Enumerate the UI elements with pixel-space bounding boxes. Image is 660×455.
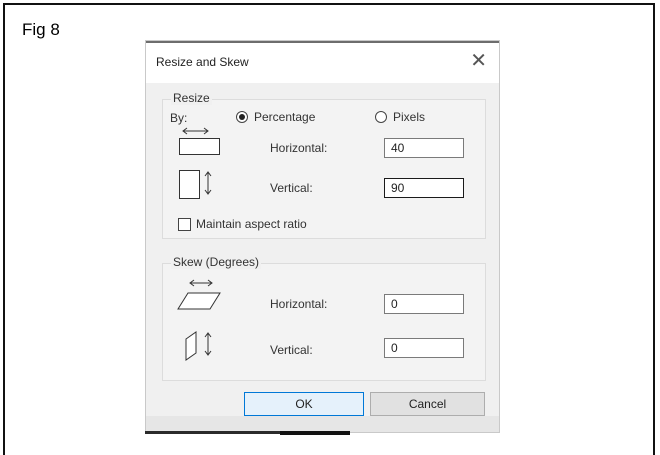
cancel-button[interactable]: Cancel (370, 392, 485, 416)
close-icon[interactable]: ✕ (470, 49, 487, 73)
ok-button[interactable]: OK (244, 392, 364, 416)
skew-vertical-label: Vertical: (270, 343, 313, 357)
resize-horizontal-label: Horizontal: (270, 141, 328, 155)
resize-horizontal-input[interactable]: 40 (384, 138, 464, 158)
percentage-label[interactable]: Percentage (254, 110, 315, 124)
resize-vertical-label: Vertical: (270, 181, 313, 195)
resize-group-title: Resize (171, 91, 212, 105)
pixels-radio[interactable] (375, 111, 387, 123)
resize-vertical-input[interactable]: 90 (384, 178, 464, 198)
skew-horizontal-input[interactable]: 0 (384, 294, 464, 314)
bottom-edge-shadow (280, 431, 350, 435)
dialog-title: Resize and Skew (156, 55, 249, 69)
skew-vertical-icon (185, 331, 212, 361)
percentage-radio[interactable] (236, 111, 248, 123)
maintain-aspect-checkbox[interactable] (178, 218, 191, 231)
resize-vertical-icon (179, 170, 212, 199)
figure-label: Fig 8 (22, 20, 60, 39)
dialog-bottom-strip (146, 416, 499, 432)
pixels-label[interactable]: Pixels (393, 110, 425, 124)
skew-horizontal-icon (177, 279, 221, 310)
resize-horizontal-icon (179, 127, 220, 155)
skew-vertical-input[interactable]: 0 (384, 338, 464, 358)
resize-skew-dialog: Resize and Skew ✕ Resize By: Percentage … (145, 40, 500, 433)
maintain-aspect-label[interactable]: Maintain aspect ratio (196, 217, 307, 231)
by-label: By: (170, 111, 188, 125)
dialog-titlebar: Resize and Skew ✕ (146, 43, 499, 83)
skew-group-title: Skew (Degrees) (171, 255, 262, 269)
skew-horizontal-label: Horizontal: (270, 297, 328, 311)
